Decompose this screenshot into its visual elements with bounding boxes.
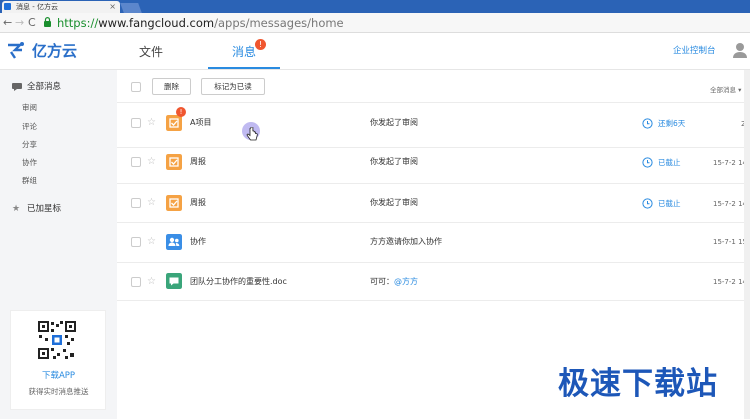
unread-badge: ! [176, 107, 186, 117]
filter-label: 全部消息 [710, 86, 736, 94]
message-date: 15-7-2 14 [713, 200, 747, 208]
row-checkbox[interactable] [131, 237, 141, 247]
messages-badge: ! [255, 39, 266, 50]
message-status: 已截止 [658, 199, 681, 208]
qr-code-icon [37, 320, 77, 360]
message-desc: 可可：@方方 [370, 276, 418, 288]
watermark-text: 极速下载站 [558, 366, 718, 402]
tab-close-icon[interactable]: × [109, 1, 116, 13]
enterprise-console-link[interactable]: 企业控制台 [673, 45, 716, 57]
message-date: 15-7-2 14 [713, 278, 747, 286]
message-name[interactable]: 协作 [190, 236, 206, 248]
message-icon [12, 83, 22, 91]
message-desc: 你发起了审阅 [370, 198, 418, 207]
row-checkbox[interactable] [131, 118, 141, 128]
row-checkbox[interactable] [131, 157, 141, 167]
active-tab-indicator [208, 67, 280, 69]
divider [117, 102, 750, 103]
browser-tab[interactable]: 消息 - 亿方云 × [2, 1, 120, 13]
nav-messages-tab[interactable]: 消息 [232, 44, 256, 60]
delete-button[interactable]: 删除 [152, 78, 191, 95]
sidebar-item-review[interactable]: 审阅 [22, 103, 37, 113]
sidebar-item-share[interactable]: 分享 [22, 140, 37, 150]
divider [117, 300, 750, 301]
user-icon[interactable] [733, 42, 747, 58]
star-toggle-icon[interactable]: ☆ [147, 117, 156, 129]
star-toggle-icon[interactable]: ☆ [147, 276, 156, 288]
message-name[interactable]: A项目 [190, 117, 211, 129]
download-app-link[interactable]: 下载APP [0, 370, 117, 382]
url-input[interactable]: https://www.fangcloud.com/apps/messages/… [57, 15, 344, 31]
message-date: 15-7-1 15 [713, 238, 747, 246]
row-checkbox[interactable] [131, 198, 141, 208]
url-path: /apps/messages/home [214, 16, 344, 30]
divider [117, 147, 750, 148]
divider [117, 222, 750, 223]
tab-title: 消息 - 亿方云 [16, 3, 58, 11]
sidebar-item-all-messages[interactable]: 全部消息 [27, 81, 61, 93]
message-status: 已截止 [658, 158, 681, 167]
app-header [0, 34, 750, 70]
review-icon [166, 195, 182, 211]
star-icon: ★ [12, 204, 21, 214]
filter-dropdown[interactable]: 全部消息 ▾ [710, 85, 741, 95]
url-scheme: https:// [57, 16, 99, 30]
message-desc: 方方邀请你加入协作 [370, 237, 442, 246]
url-host: www.fangcloud.com [98, 16, 215, 30]
scrollbar[interactable] [744, 70, 750, 419]
sidebar-item-group[interactable]: 群组 [22, 176, 37, 186]
message-name[interactable]: 周报 [190, 197, 206, 209]
mention-link[interactable]: @方方 [394, 277, 418, 286]
star-toggle-icon[interactable]: ☆ [147, 236, 156, 248]
clock-icon [642, 118, 653, 129]
divider [117, 183, 750, 184]
review-icon [166, 115, 182, 131]
download-app-subtitle: 获得实时消息推送 [28, 387, 89, 396]
watermark: 极速下载站 [558, 364, 734, 404]
collaboration-icon [166, 234, 182, 250]
divider [117, 262, 750, 263]
sidebar-item-collab[interactable]: 协作 [22, 158, 37, 168]
sidebar-item-comment[interactable]: 评论 [22, 122, 37, 132]
logo-icon [8, 42, 24, 59]
comment-author: 可可： [370, 277, 394, 286]
hand-cursor-icon [246, 127, 258, 141]
message-desc: 你发起了审阅 [370, 157, 418, 166]
message-name[interactable]: 周报 [190, 156, 206, 168]
clock-icon [642, 198, 653, 209]
favicon-icon [4, 3, 11, 10]
reload-icon[interactable]: C [28, 16, 36, 30]
message-date: 15-7-2 14 [713, 159, 747, 167]
logo-text: 亿方云 [32, 42, 78, 60]
clock-icon [642, 157, 653, 168]
message-name[interactable]: 团队分工协作的重要性.doc [190, 276, 287, 288]
message-status: 还剩6天 [658, 119, 686, 128]
star-toggle-icon[interactable]: ☆ [147, 197, 156, 209]
sidebar-item-starred[interactable]: 已加星标 [27, 203, 61, 215]
new-tab-button[interactable] [120, 3, 142, 13]
mark-read-button[interactable]: 标记为已读 [201, 78, 265, 95]
comment-icon [166, 273, 182, 289]
nav-files-tab[interactable]: 文件 [139, 44, 163, 60]
row-checkbox[interactable] [131, 277, 141, 287]
select-all-checkbox[interactable] [131, 82, 141, 92]
lock-icon [44, 17, 51, 27]
message-desc: 你发起了审阅 [370, 118, 418, 127]
back-icon[interactable]: ← [3, 16, 12, 30]
forward-icon[interactable]: → [15, 16, 24, 30]
review-icon [166, 154, 182, 170]
star-toggle-icon[interactable]: ☆ [147, 156, 156, 168]
